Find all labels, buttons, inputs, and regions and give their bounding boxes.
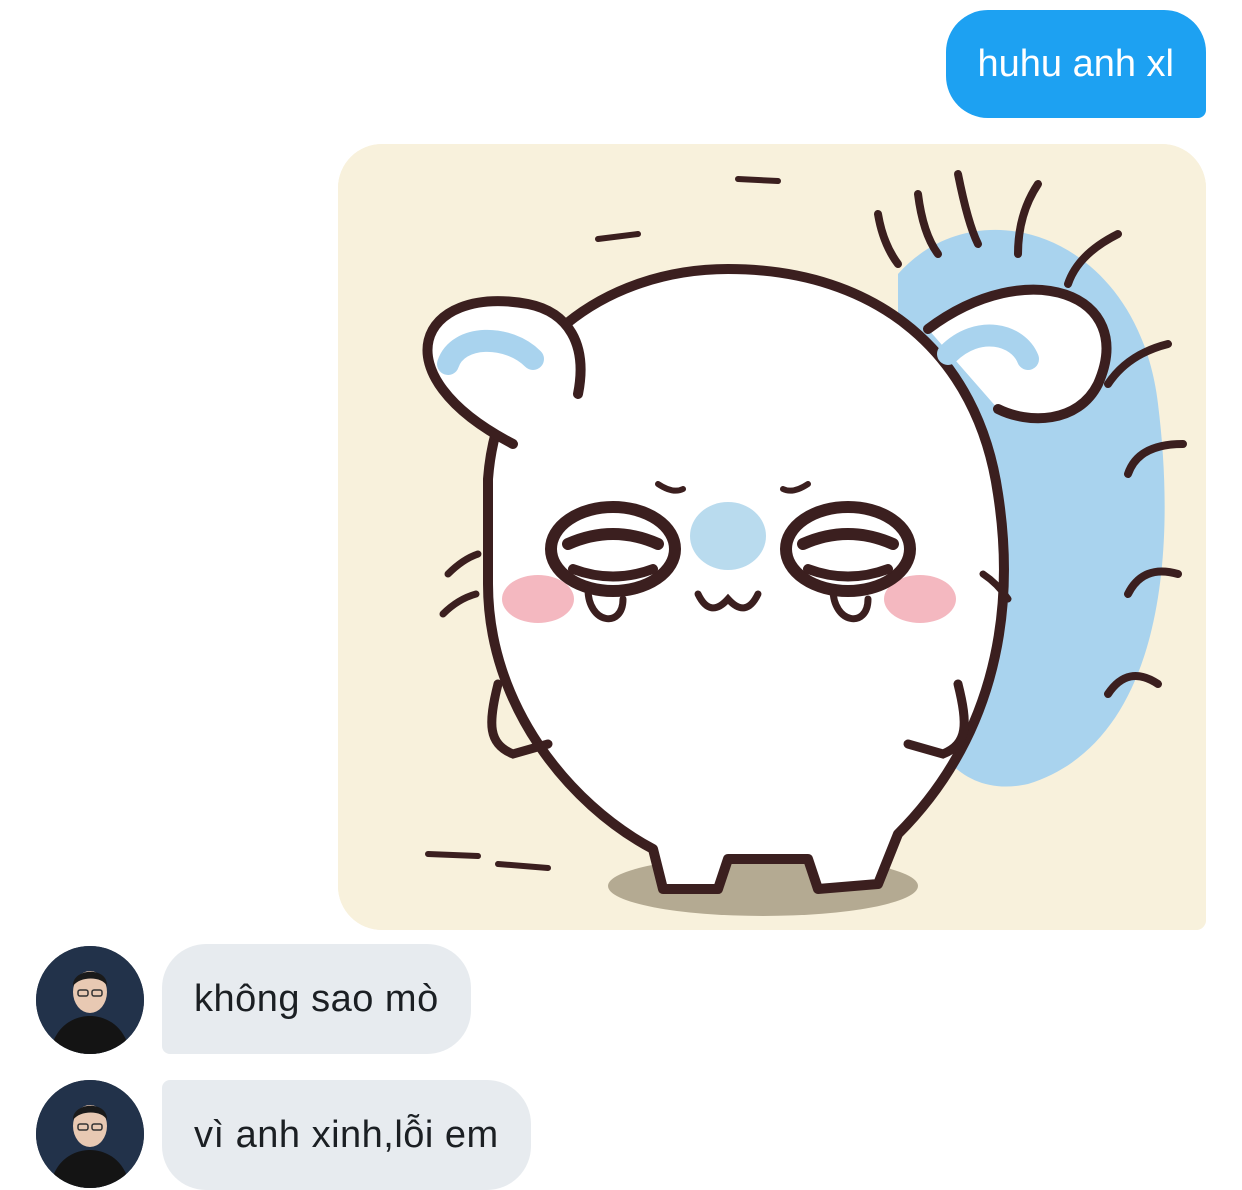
contact-avatar[interactable] [36,1080,144,1188]
incoming-message-bubble[interactable]: không sao mò [162,944,471,1054]
sticker-image-message[interactable] [338,144,1206,930]
avatar-image [36,1080,144,1188]
crying-hamster-sticker [338,144,1206,930]
contact-avatar[interactable] [36,946,144,1054]
outgoing-message-bubble[interactable]: huhu anh xl [945,10,1206,118]
message-thread: huhu anh xl không sao mò vì anh xinh,lỗi… [0,0,1242,1190]
avatar-image [36,946,144,1054]
incoming-message-bubble[interactable]: vì anh xinh,lỗi em [162,1080,531,1190]
